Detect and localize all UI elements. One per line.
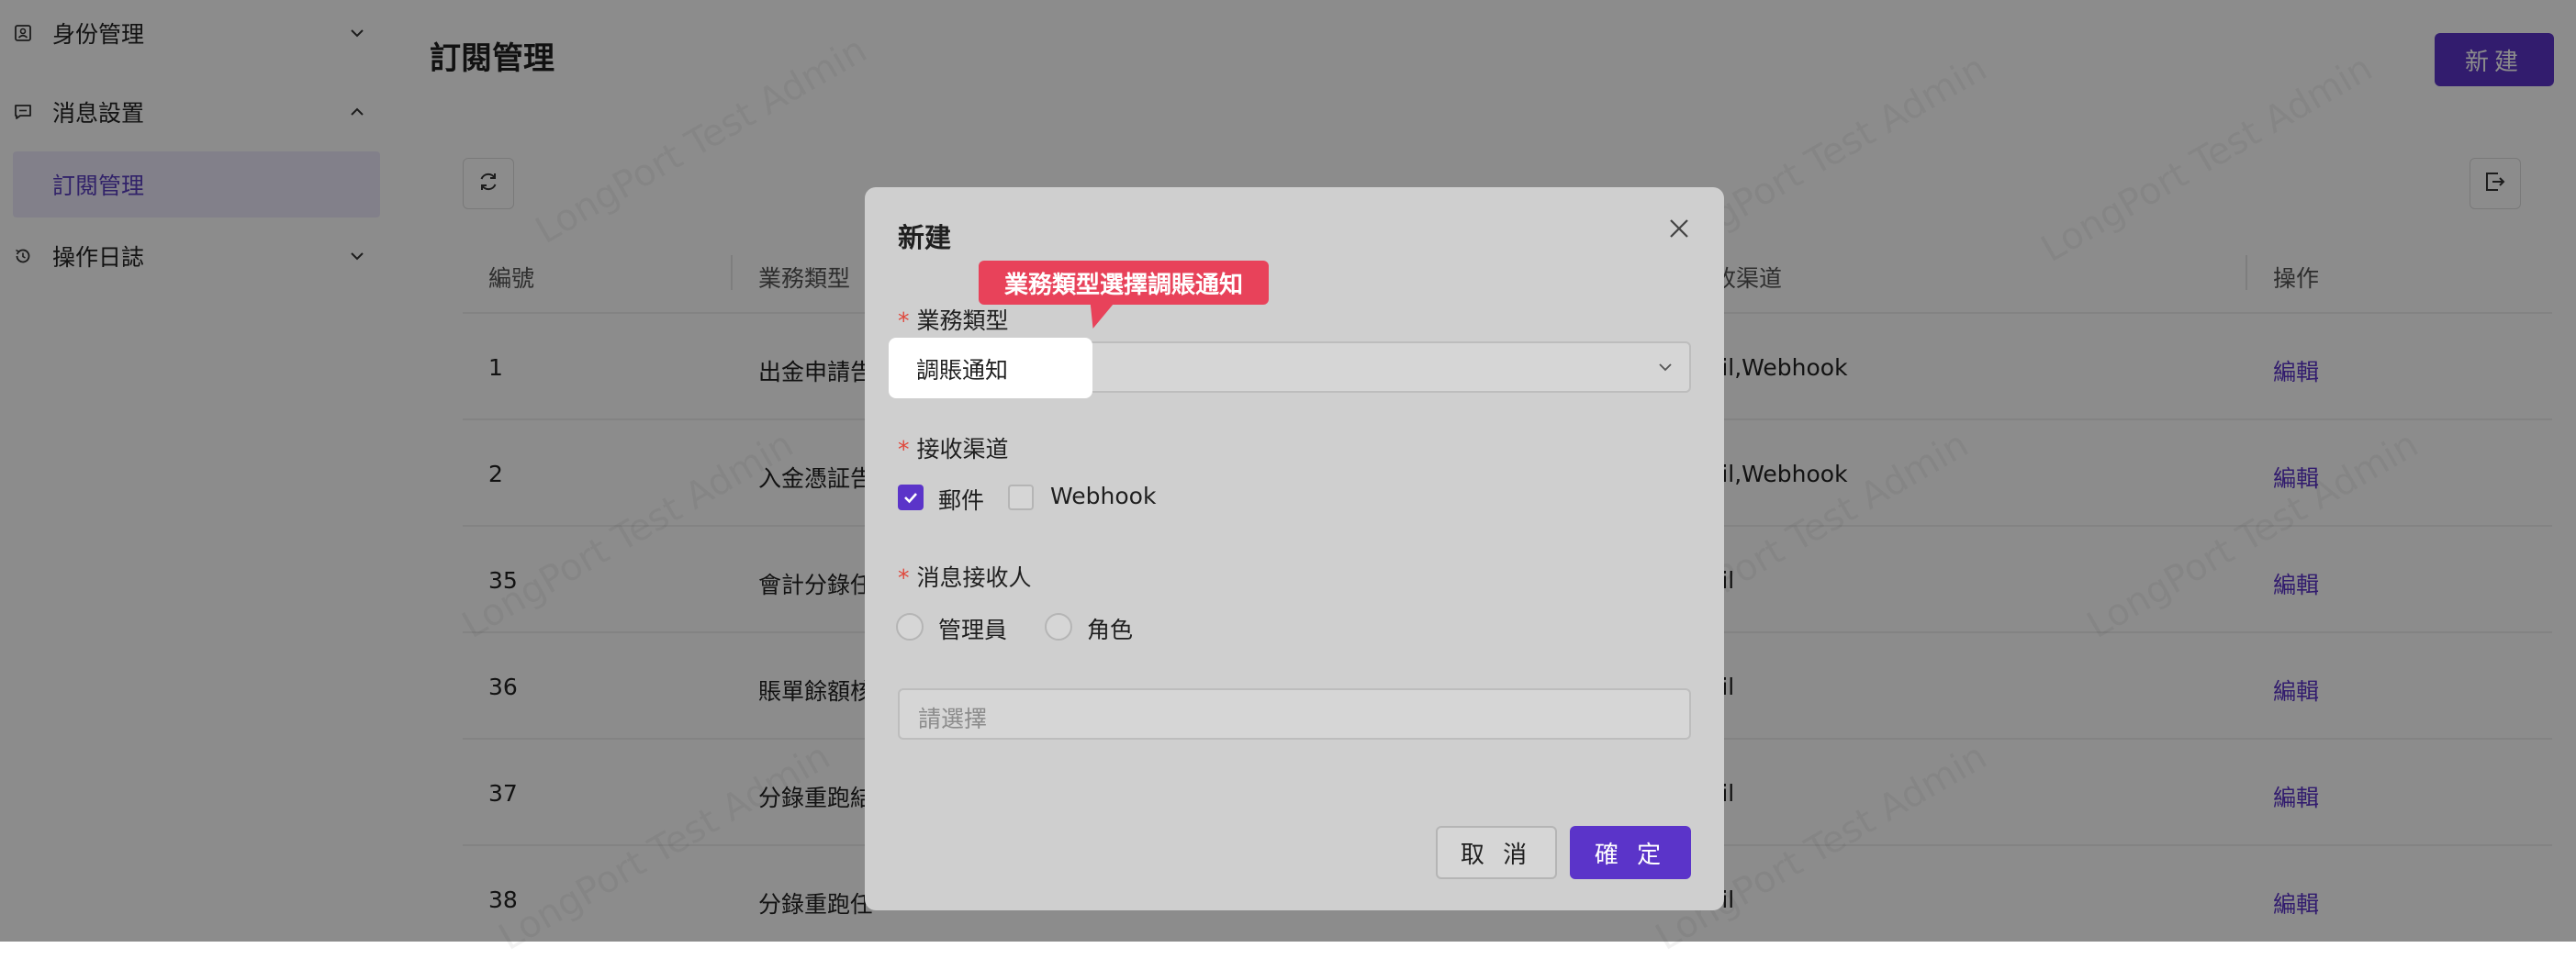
annotation-callout: 業務類型選擇調賬通知 [979, 261, 1269, 305]
email-checkbox[interactable] [898, 485, 924, 510]
cancel-button[interactable]: 取 消 [1436, 826, 1557, 879]
required-mark: * [898, 307, 910, 334]
webhook-option-label[interactable]: Webhook [1050, 483, 1156, 509]
confirm-button[interactable]: 確 定 [1570, 826, 1691, 879]
callout-pointer [1080, 301, 1116, 329]
business-type-label: * 業務類型 [898, 307, 1009, 334]
business-type-value: 調賬通知 [916, 357, 1009, 384]
recipient-select[interactable]: 請選擇 [898, 688, 1691, 740]
role-option-label[interactable]: 角色 [1087, 612, 1133, 645]
email-option-label[interactable]: 郵件 [938, 483, 984, 516]
role-radio[interactable] [1045, 613, 1072, 641]
close-button[interactable] [1665, 217, 1693, 244]
check-icon [904, 493, 917, 504]
close-icon [1667, 217, 1691, 244]
required-mark: * [898, 436, 910, 463]
chevron-down-icon [1654, 356, 1676, 378]
dialog-title: 新建 [898, 222, 952, 253]
recipients-label: * 消息接收人 [898, 564, 1032, 591]
admin-option-label[interactable]: 管理員 [938, 612, 1007, 645]
required-mark: * [898, 564, 910, 591]
recipient-placeholder: 請選擇 [918, 706, 988, 732]
channels-label: * 接收渠道 [898, 436, 1009, 463]
admin-radio[interactable] [896, 613, 924, 641]
selected-value-highlight[interactable]: 調賬通知 [889, 338, 1092, 398]
create-dialog: 新建 * 業務類型 調賬通知 業務類型選擇調賬通知 * 接收渠道 郵件 Webhoo… [865, 187, 1724, 910]
webhook-checkbox[interactable] [1008, 485, 1034, 510]
